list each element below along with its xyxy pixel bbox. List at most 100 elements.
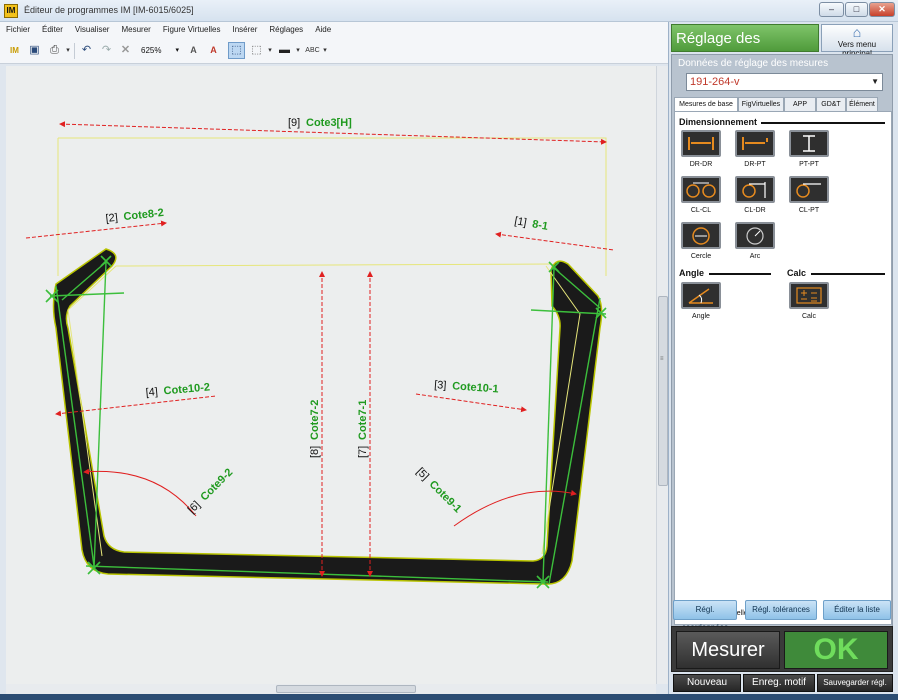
redo-icon[interactable]: ↷ xyxy=(98,42,115,59)
zoom-area-dropdown-icon[interactable]: ▾ xyxy=(266,42,274,59)
angle-button[interactable]: Angle xyxy=(679,282,723,334)
ok-button[interactable]: OK xyxy=(784,631,888,669)
tab-figvirtuelles[interactable]: FigVirtuelles xyxy=(738,97,784,111)
menu-editer[interactable]: Éditer xyxy=(36,22,69,34)
calc-button[interactable]: Calc xyxy=(787,282,831,334)
dr-pt-button[interactable]: DR-PT xyxy=(733,130,777,182)
menu-visualiser[interactable]: Visualiser xyxy=(69,22,116,34)
section-dimension: Dimensionnement xyxy=(679,117,758,127)
calculator-icon xyxy=(789,282,829,309)
cercle-button[interactable]: Cercle xyxy=(679,222,723,274)
divider xyxy=(761,122,885,124)
data-label: Données de réglage des mesures xyxy=(678,58,829,69)
delete-icon[interactable]: ✕ xyxy=(117,42,134,59)
minimize-icon[interactable]: – xyxy=(819,2,844,17)
dimension-lines xyxy=(25,121,615,577)
vertical-scrollbar[interactable]: ≡ xyxy=(656,66,668,684)
vertical-scroll-thumb[interactable] xyxy=(658,296,668,486)
tab-content: Dimensionnement DR-DR DR-PT PT-PT CL-CL … xyxy=(674,111,892,625)
menu-reglages[interactable]: Réglages xyxy=(263,22,309,34)
label-id-8: [8] xyxy=(309,446,321,458)
maximize-icon[interactable]: □ xyxy=(845,2,868,17)
tolerance-settings-button[interactable]: Régl. tolérances xyxy=(745,600,817,620)
measurement-tabs: Mesures de base FigVirtuelles APP GD&T É… xyxy=(674,97,892,112)
save-icon[interactable]: ▣ xyxy=(26,42,43,59)
angle-icon xyxy=(681,282,721,309)
measure-button[interactable]: Mesurer xyxy=(676,631,780,669)
calc-label: Calc xyxy=(801,313,816,320)
arc-button[interactable]: Arc xyxy=(733,222,777,274)
cercle-label: Cercle xyxy=(690,253,712,260)
tab-app[interactable]: APP xyxy=(784,97,816,111)
label-name-1: 8-1 xyxy=(531,218,549,233)
label-name-3: Cote10-1 xyxy=(452,380,499,395)
label-id-2: [2] xyxy=(105,212,118,225)
line-style-dropdown-icon[interactable]: ▾ xyxy=(321,42,329,59)
label-name-4: Cote10-2 xyxy=(163,381,210,397)
cl-dr-label: CL-DR xyxy=(744,207,766,214)
label-id-5: [5] xyxy=(414,466,431,483)
print-dropdown-icon[interactable]: ▾ xyxy=(64,42,72,59)
edit-list-button[interactable]: Éditer la liste xyxy=(823,600,891,620)
scroll-grip-icon: ≡ xyxy=(660,356,664,362)
dr-dr-button[interactable]: DR-DR xyxy=(679,130,723,182)
arc-icon xyxy=(735,222,775,249)
line-line-icon xyxy=(681,130,721,157)
line-color-icon[interactable]: ▬ xyxy=(276,42,293,59)
section-angle: Angle xyxy=(679,268,705,278)
zoom-area-icon[interactable]: ⬚ xyxy=(248,42,265,59)
cl-dr-button[interactable]: CL-DR xyxy=(733,176,777,228)
close-icon[interactable]: ✕ xyxy=(869,2,895,17)
label-id-3: [3] xyxy=(434,379,447,392)
select-pointer-icon[interactable]: ⬚ xyxy=(228,42,245,59)
im-logo-icon[interactable]: IM xyxy=(6,42,23,59)
main-menu-button[interactable]: ⌂ Vers menu principal xyxy=(821,24,893,58)
measurement-drawing: [9] Cote3[H] [2] Cote8-2 [1] 8-1 [4] Cot… xyxy=(25,117,615,589)
menu-bar: Fichier Éditer Visualiser Mesurer Figure Vir… xyxy=(0,22,668,38)
home-icon: ⌂ xyxy=(852,24,862,40)
cl-cl-button[interactable]: CL-CL xyxy=(679,176,723,228)
cl-pt-button[interactable]: CL-PT xyxy=(787,176,831,228)
tab-element[interactable]: Élément xyxy=(846,97,878,111)
measure-controls: Mesurer OK xyxy=(671,626,893,672)
divider xyxy=(709,273,771,275)
measurement-data-frame: Données de réglage des mesures 191-264-v… xyxy=(671,54,893,630)
horizontal-scrollbar[interactable] xyxy=(6,684,656,694)
horizontal-scroll-thumb[interactable] xyxy=(276,685,416,693)
dr-dr-label: DR-DR xyxy=(689,161,713,168)
program-select[interactable]: 191-264-v ▼ xyxy=(686,73,883,91)
circle-circle-icon xyxy=(681,176,721,203)
undo-icon[interactable]: ↶ xyxy=(78,42,95,59)
label-name-5: Cote9-1 xyxy=(427,478,464,515)
label-name-7: Cote7-1 xyxy=(357,400,369,440)
window-titlebar: IM Éditeur de programmes IM [IM-6015/602… xyxy=(0,0,898,22)
new-button[interactable]: Nouveau xyxy=(673,674,741,692)
cl-pt-label: CL-PT xyxy=(798,207,820,214)
line-color-dropdown-icon[interactable]: ▾ xyxy=(294,42,302,59)
dr-pt-label: DR-PT xyxy=(744,161,766,168)
text-color-icon[interactable]: A xyxy=(205,42,222,59)
taskbar xyxy=(0,694,898,700)
tab-gdt[interactable]: GD&T xyxy=(816,97,846,111)
menu-figure-virtuelles[interactable]: Figure Virtuelles xyxy=(157,22,227,34)
text-style-icon[interactable]: A xyxy=(185,42,202,59)
pt-pt-button[interactable]: PT-PT xyxy=(787,130,831,182)
print-icon[interactable]: ⎙ xyxy=(46,42,63,59)
label-id-1: [1] xyxy=(513,215,527,229)
circle-point-icon xyxy=(789,176,829,203)
line-style-icon[interactable]: ABC xyxy=(304,42,321,59)
menu-fichier[interactable]: Fichier xyxy=(0,22,36,34)
menu-aide[interactable]: Aide xyxy=(309,22,337,34)
cl-cl-label: CL-CL xyxy=(690,207,712,214)
image-canvas[interactable]: [9] Cote3[H] [2] Cote8-2 [1] 8-1 [4] Cot… xyxy=(6,66,656,684)
save-settings-button[interactable]: Sauvegarder régl. xyxy=(817,674,893,692)
menu-mesurer[interactable]: Mesurer xyxy=(115,22,156,34)
menu-inserer[interactable]: Insérer xyxy=(226,22,263,34)
tab-mesures-de-base[interactable]: Mesures de base xyxy=(674,97,738,112)
chevron-down-icon: ▼ xyxy=(871,77,879,86)
zoom-select[interactable]: 625% ▾ xyxy=(138,44,180,58)
save-pattern-button[interactable]: Enreg. motif xyxy=(743,674,815,692)
coordinate-settings-button[interactable]: Régl. coordonnées xyxy=(673,600,737,632)
toolbar: IM ▣ ⎙ ▾ ↶ ↷ ✕ 625%▾ A A ▦ ⬚ ⬚ ▾ ▬ ▾ ABC… xyxy=(0,38,668,64)
divider xyxy=(811,273,885,275)
